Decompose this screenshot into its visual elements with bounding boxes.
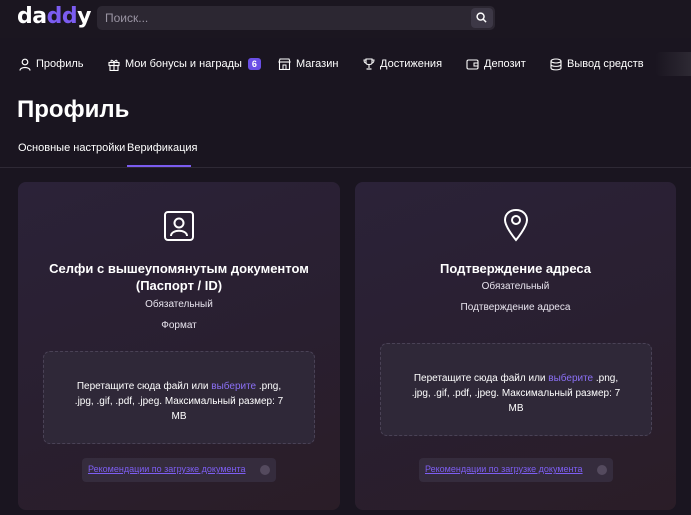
card-title: Селфи с вышеупомянутым документом [49, 261, 309, 276]
nav-item-label: Мои бонусы и награды [125, 58, 242, 70]
required-label: Обязательный [145, 299, 213, 310]
tab-bar: Основные настройки Верификация [0, 138, 691, 168]
nav-item-achievements[interactable]: Достижения [363, 56, 442, 72]
logo[interactable]: daddy [17, 4, 91, 29]
nav-item-profile[interactable]: Профиль [19, 56, 84, 72]
info-icon [260, 465, 270, 475]
card-subtitle: Подтверждение адреса [460, 302, 571, 313]
card-subtitle: Формат [161, 320, 197, 331]
selfie-document-card: Селфи с вышеупомянутым документом (Паспо… [18, 182, 340, 510]
search-icon [476, 12, 487, 23]
wallet-icon [466, 59, 479, 70]
drop-instructions: Перетащите сюда файл или выберите .png, … [411, 373, 621, 414]
required-label: Обязательный [481, 281, 550, 292]
nav-item-label: Депозит [484, 58, 526, 70]
tab-general-settings[interactable]: Основные настройки [18, 142, 125, 154]
shop-icon [278, 58, 291, 70]
nav-item-label: Вывод средств [567, 58, 644, 70]
id-card-icon [164, 211, 194, 241]
search-button[interactable] [471, 8, 493, 28]
choose-file-link[interactable]: выберите [548, 373, 593, 384]
nav-item-shop[interactable]: Магазин [278, 56, 338, 72]
nav-item-withdraw[interactable]: Вывод средств [550, 56, 644, 72]
info-icon [597, 465, 607, 475]
nav-item-bonuses[interactable]: Мои бонусы и награды 6 [108, 56, 261, 72]
file-drop-zone[interactable]: Перетащите сюда файл или выберите .png, … [380, 343, 652, 436]
card-title: Подтверждение адреса [439, 261, 592, 276]
nav-item-label: Профиль [36, 58, 84, 70]
coins-icon [550, 57, 562, 70]
nav-item-deposit[interactable]: Депозит [466, 56, 526, 72]
page-title: Профиль [17, 96, 130, 123]
nav-scroll-fade[interactable] [655, 52, 691, 76]
recommendations-link[interactable]: Рекомендации по загрузке документа [425, 464, 583, 474]
address-verification-card: Подтверждение адреса Обязательный Подтве… [355, 182, 676, 510]
search-box[interactable]: Поиск... [97, 6, 495, 30]
tab-verification[interactable]: Верификация [127, 142, 198, 154]
top-bar: daddy Поиск... [0, 0, 691, 38]
bonus-count-badge: 6 [247, 58, 261, 70]
drop-instructions: Перетащите сюда файл или выберите .png, … [74, 381, 284, 422]
card-title-line2: (Паспорт / ID) [135, 278, 223, 293]
file-drop-zone[interactable]: Перетащите сюда файл или выберите .png, … [43, 351, 315, 444]
recommendations-link[interactable]: Рекомендации по загрузке документа [88, 464, 246, 474]
profile-nav: Профиль Мои бонусы и награды 6 Магазин Д… [0, 48, 691, 78]
choose-file-link[interactable]: выберите [211, 381, 256, 392]
upload-recommendations-button[interactable]: Рекомендации по загрузке документа [82, 458, 276, 482]
nav-item-label: Магазин [296, 58, 339, 70]
user-icon [19, 58, 31, 71]
gift-icon [108, 59, 120, 71]
search-input[interactable]: Поиск... [105, 11, 148, 25]
trophy-icon [363, 58, 375, 70]
upload-recommendations-button[interactable]: Рекомендации по загрузке документа [419, 458, 613, 482]
location-pin-icon [503, 208, 528, 242]
nav-item-label: Достижения [380, 58, 443, 70]
active-tab-indicator [127, 165, 191, 167]
